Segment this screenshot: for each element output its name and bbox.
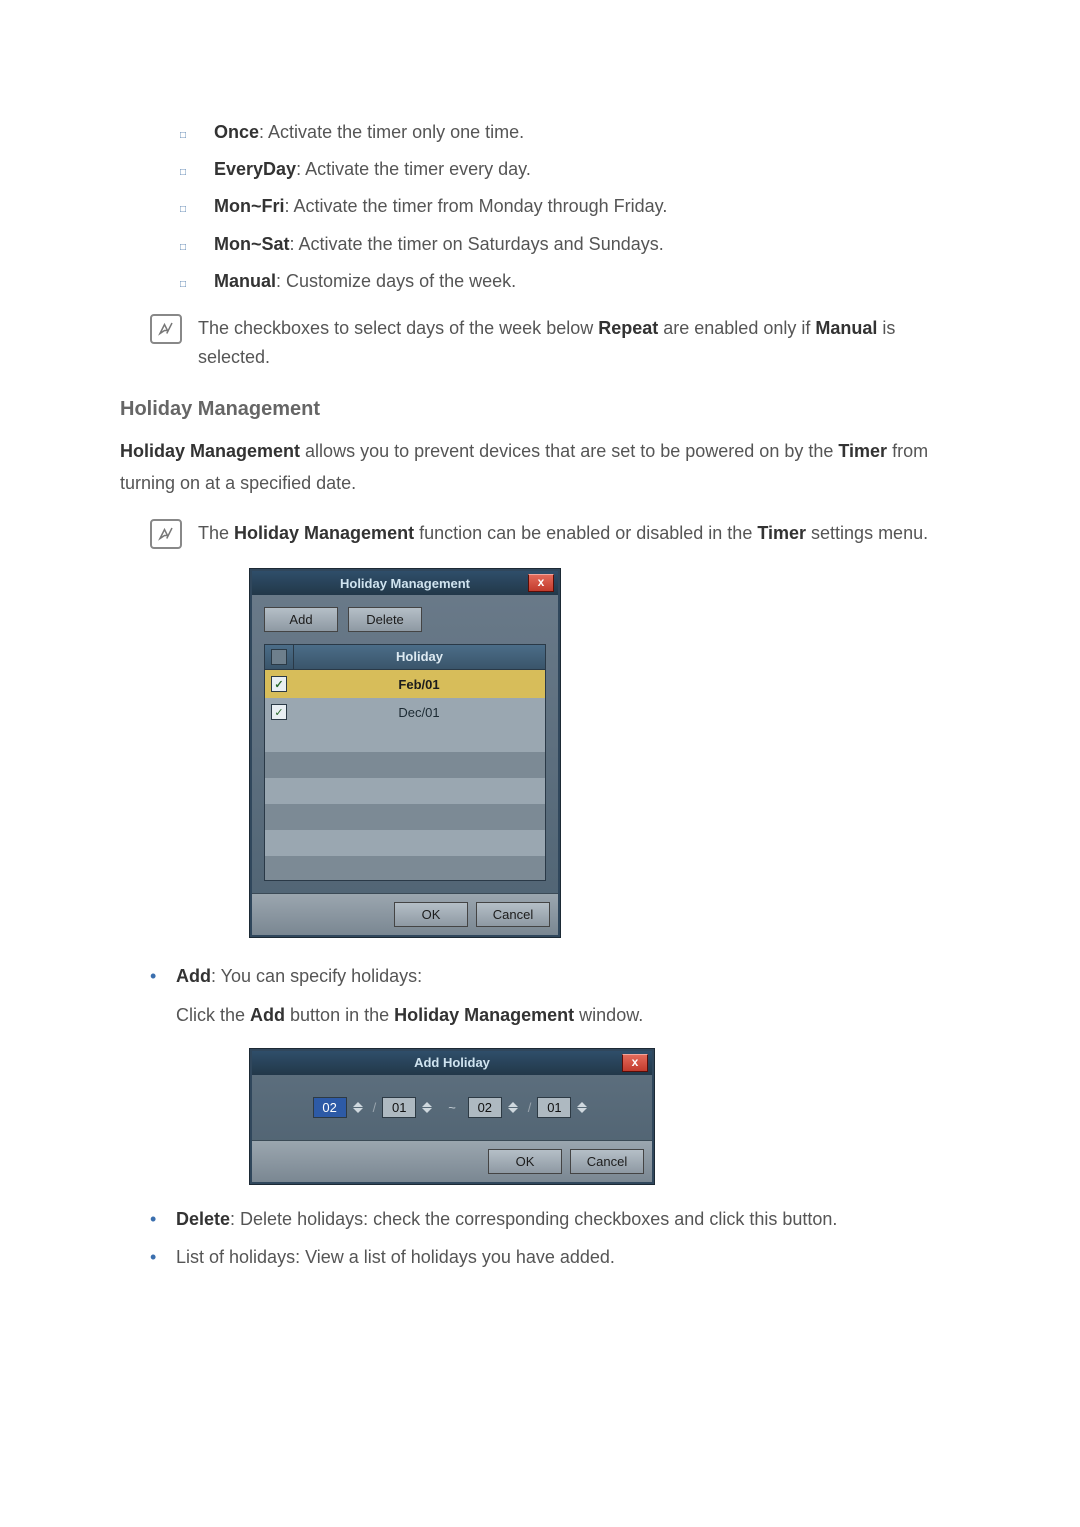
- bullet-text: List of holidays: View a list of holiday…: [176, 1242, 615, 1273]
- spinner-icon[interactable]: [353, 1098, 367, 1116]
- row-value: Dec/01: [293, 705, 545, 720]
- option-text: Mon~Sat: Activate the timer on Saturdays…: [214, 232, 664, 257]
- spinner-icon[interactable]: [422, 1098, 436, 1116]
- add-button[interactable]: Add: [264, 607, 338, 632]
- date-range-row: 02 / 01 ~ 02 / 01: [252, 1075, 652, 1140]
- row-value: Feb/01: [293, 677, 545, 692]
- ok-button[interactable]: OK: [394, 902, 468, 927]
- dot-bullet-icon: •: [150, 967, 176, 985]
- document-page: □ Once: Activate the timer only one time…: [0, 0, 1080, 1401]
- bullet-list: • List of holidays: View a list of holid…: [150, 1242, 960, 1273]
- square-bullet-icon: □: [180, 242, 214, 253]
- dialog-body: Add Delete Holiday ✓ Feb/01 ✓ Dec/01: [252, 595, 558, 893]
- row-checkbox-cell: ✓: [265, 704, 293, 720]
- dialog-title: Holiday Management: [340, 576, 470, 591]
- note-icon: [150, 519, 182, 549]
- slash-separator: /: [528, 1100, 532, 1115]
- option-text: Mon~Fri: Activate the timer from Monday …: [214, 194, 667, 219]
- option-text: Once: Activate the timer only one time.: [214, 120, 524, 145]
- square-bullet-icon: □: [180, 204, 214, 215]
- row-checkbox-cell: ✓: [265, 676, 293, 692]
- option-monfri: □ Mon~Fri: Activate the timer from Monda…: [180, 194, 960, 219]
- note-icon: [150, 314, 182, 344]
- note-text: The Holiday Management function can be e…: [198, 519, 928, 548]
- option-manual: □ Manual: Customize days of the week.: [180, 269, 960, 294]
- header-checkbox-cell: [265, 645, 294, 669]
- holiday-management-dialog: Holiday Management x Add Delete Holiday …: [250, 569, 560, 937]
- cancel-button[interactable]: Cancel: [476, 902, 550, 927]
- spinner-icon[interactable]: [508, 1098, 522, 1116]
- table-header: Holiday: [264, 644, 546, 670]
- option-monsat: □ Mon~Sat: Activate the timer on Saturda…: [180, 232, 960, 257]
- table-row[interactable]: ✓ Dec/01: [264, 698, 546, 726]
- day-from-input[interactable]: 01: [382, 1097, 416, 1118]
- dialog-button-row: Add Delete: [264, 607, 546, 632]
- close-button[interactable]: x: [528, 574, 554, 592]
- row-checkbox[interactable]: ✓: [271, 676, 287, 692]
- option-everyday: □ EveryDay: Activate the timer every day…: [180, 157, 960, 182]
- option-text: EveryDay: Activate the timer every day.: [214, 157, 531, 182]
- table-empty-rows: [264, 726, 546, 881]
- dialog-titlebar: Holiday Management x: [252, 571, 558, 595]
- dialog-footer: OK Cancel: [252, 893, 558, 935]
- option-once: □ Once: Activate the timer only one time…: [180, 120, 960, 145]
- bullet-delete: • Delete: Delete holidays: check the cor…: [150, 1204, 960, 1235]
- dialog-titlebar: Add Holiday x: [252, 1051, 652, 1075]
- header-checkbox[interactable]: [271, 649, 287, 665]
- cancel-button[interactable]: Cancel: [570, 1149, 644, 1174]
- square-bullet-icon: □: [180, 279, 214, 290]
- bullet-text: Add: You can specify holidays:: [176, 961, 422, 992]
- row-checkbox[interactable]: ✓: [271, 704, 287, 720]
- day-to-input[interactable]: 01: [537, 1097, 571, 1118]
- dialog-footer: OK Cancel: [252, 1140, 652, 1182]
- table-row[interactable]: ✓ Feb/01: [264, 670, 546, 698]
- dialog-title: Add Holiday: [414, 1055, 490, 1070]
- ok-button[interactable]: OK: [488, 1149, 562, 1174]
- dot-bullet-icon: •: [150, 1248, 176, 1266]
- note-repeat-manual: The checkboxes to select days of the wee…: [150, 314, 960, 372]
- month-to-input[interactable]: 02: [468, 1097, 502, 1118]
- add-subtext: Click the Add button in the Holiday Mana…: [176, 1000, 960, 1031]
- dot-bullet-icon: •: [150, 1210, 176, 1228]
- bullet-add: • Add: You can specify holidays:: [150, 961, 960, 992]
- holiday-management-desc: Holiday Management allows you to prevent…: [120, 435, 960, 500]
- bullet-text: Delete: Delete holidays: check the corre…: [176, 1204, 837, 1235]
- month-from-input[interactable]: 02: [313, 1097, 347, 1118]
- note-hm-enable: The Holiday Management function can be e…: [150, 519, 960, 549]
- add-holiday-dialog: Add Holiday x 02 / 01 ~ 02 / 01 OK Cance…: [250, 1049, 654, 1184]
- holiday-management-heading: Holiday Management: [120, 398, 960, 421]
- option-text: Manual: Customize days of the week.: [214, 269, 516, 294]
- square-bullet-icon: □: [180, 130, 214, 141]
- column-holiday: Holiday: [294, 645, 545, 669]
- close-button[interactable]: x: [622, 1054, 648, 1072]
- note-text: The checkboxes to select days of the wee…: [198, 314, 960, 372]
- delete-button[interactable]: Delete: [348, 607, 422, 632]
- square-bullet-icon: □: [180, 167, 214, 178]
- slash-separator: /: [373, 1100, 377, 1115]
- spinner-icon[interactable]: [577, 1098, 591, 1116]
- tilde-separator: ~: [442, 1100, 462, 1115]
